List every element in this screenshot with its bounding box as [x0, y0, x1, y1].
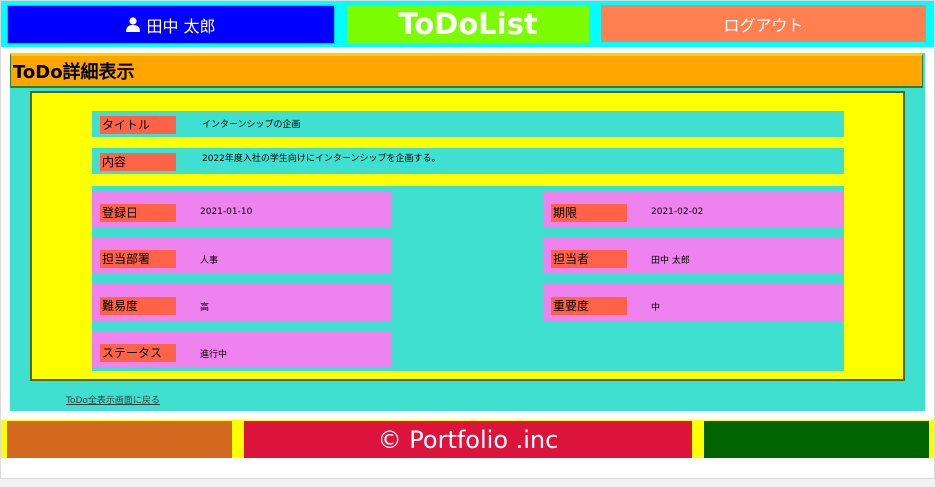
status-value: 進行中	[200, 350, 228, 360]
difficulty-label: 難易度	[100, 297, 176, 315]
footer-right-block	[704, 421, 929, 458]
registered-date-value: 2021-01-10	[200, 207, 253, 217]
logout-button[interactable]: ログアウト	[601, 5, 926, 42]
main-section: ToDo詳細表示 タイトル インターンシップの企画 内容 2022年度入社の学生…	[10, 53, 925, 411]
status-label: ステータス	[100, 344, 176, 362]
footer: © Portfolio .inc	[1, 420, 934, 458]
page: 田中 太郎 ToDoList ログアウト ToDo詳細表示 タイトル インターン…	[0, 0, 935, 479]
copyright-text: © Portfolio .inc	[244, 421, 692, 458]
assignee-cell: 担当者 田中 太郎	[543, 237, 843, 274]
back-to-list-link[interactable]: ToDo全表示画面に戻る	[66, 393, 160, 406]
assignee-label: 担当者	[551, 250, 627, 268]
status-cell: ステータス 進行中	[92, 331, 392, 368]
importance-value: 中	[651, 303, 661, 313]
page-title: ToDo詳細表示	[10, 53, 923, 88]
registered-date-label: 登録日	[100, 204, 176, 222]
deadline-label: 期限	[551, 204, 627, 222]
user-name: 田中 太郎	[146, 16, 216, 36]
assignee-value: 田中 太郎	[651, 256, 690, 266]
todo-detail-panel: タイトル インターンシップの企画 内容 2022年度入社の学生向けにインターンシ…	[30, 91, 905, 381]
department-value: 人事	[200, 256, 219, 266]
department-cell: 担当部署 人事	[92, 237, 392, 274]
app-title: ToDoList	[347, 5, 589, 43]
user-icon	[126, 17, 141, 32]
department-label: 担当部署	[100, 250, 176, 268]
content-value: 2022年度入社の学生向けにインターンシップを企画する。	[202, 154, 441, 164]
difficulty-value: 高	[200, 303, 210, 313]
header: 田中 太郎 ToDoList ログアウト	[1, 1, 934, 47]
title-row: タイトル インターンシップの企画	[92, 111, 844, 137]
user-button[interactable]: 田中 太郎	[7, 5, 335, 44]
difficulty-cell: 難易度 高	[92, 284, 392, 321]
content-label: 内容	[100, 153, 176, 171]
field-grid: 登録日 2021-01-10 期限 2021-02-02 担当部署 人事 担当者…	[92, 186, 844, 371]
footer-left-block	[7, 421, 232, 458]
title-value: インターンシップの企画	[202, 120, 301, 130]
registered-date-cell: 登録日 2021-01-10	[92, 191, 392, 228]
importance-label: 重要度	[551, 297, 627, 315]
importance-cell: 重要度 中	[543, 284, 843, 321]
content-row: 内容 2022年度入社の学生向けにインターンシップを企画する。	[92, 148, 844, 174]
deadline-cell: 期限 2021-02-02	[543, 191, 843, 228]
title-label: タイトル	[100, 116, 176, 134]
deadline-value: 2021-02-02	[651, 207, 704, 217]
